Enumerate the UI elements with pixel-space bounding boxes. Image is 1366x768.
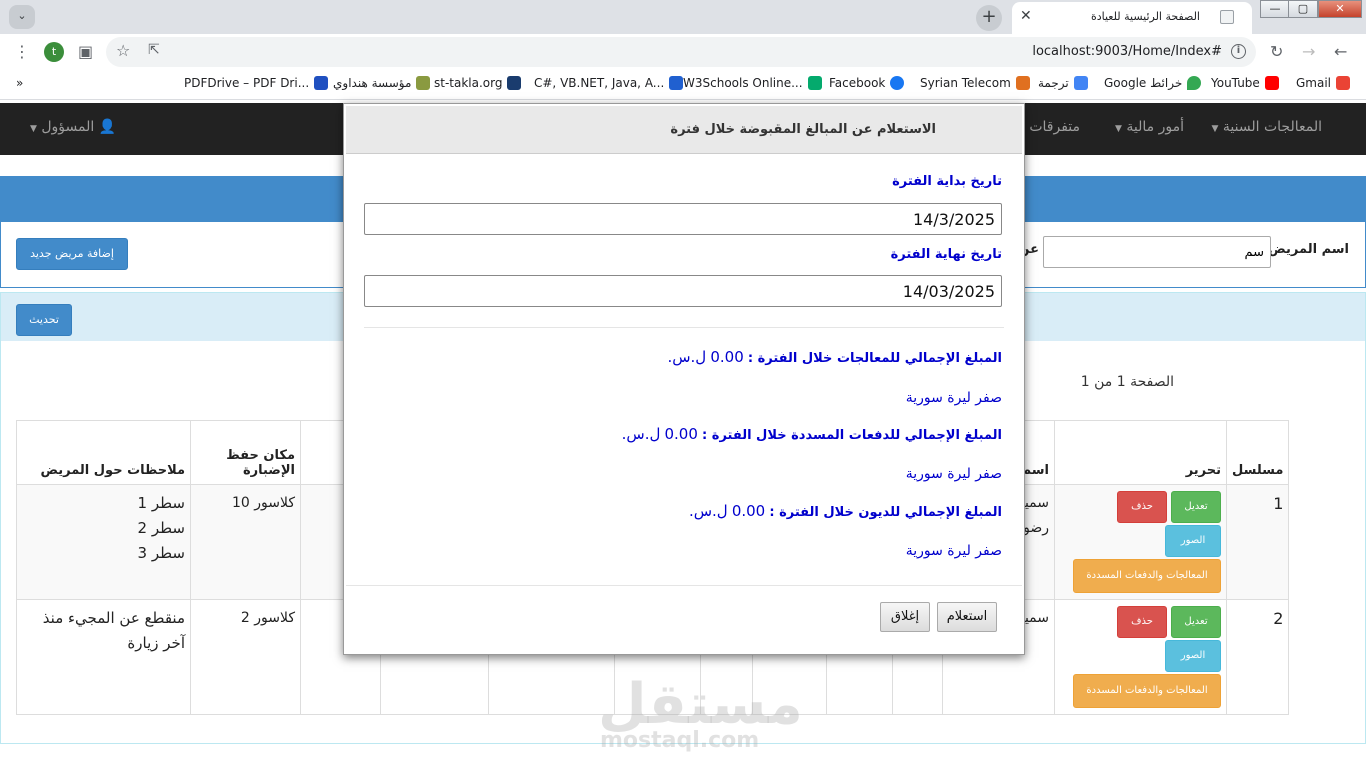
maps-icon — [1187, 76, 1202, 90]
bookmark-label: st-takla.org — [434, 76, 503, 90]
currency-unit: ل.س. — [667, 348, 707, 366]
payments-total-value: 0.00 — [664, 425, 698, 443]
modal-header: الاستعلام عن المبالغ المقبوضة خلال فترة — [346, 106, 1022, 154]
back-icon[interactable]: ← — [1334, 42, 1347, 61]
forward-icon[interactable]: → — [1302, 42, 1315, 61]
hindawi-icon — [416, 76, 431, 90]
bookmark-label: Syrian Telecom — [920, 76, 1011, 90]
address-bar[interactable]: ☆ ⇱ localhost:9003/Home/Index# i — [106, 37, 1256, 67]
debts-total-value: 0.00 — [731, 502, 766, 520]
site-info-icon[interactable]: i — [1231, 44, 1246, 59]
treatments-total-line: المبلغ الإجمالي للمعالجات خلال الفترة : … — [667, 348, 1002, 366]
facebook-icon — [890, 76, 905, 90]
end-date-input[interactable] — [364, 275, 1002, 307]
bookmark-w3schools[interactable]: W3Schools Online... — [683, 76, 822, 90]
youtube-icon — [1264, 76, 1279, 90]
debts-total-words: صفر ليرة سورية — [905, 543, 1002, 559]
start-date-label: تاريخ بداية الفترة — [892, 174, 1002, 189]
bookmark-label: ترجمة — [1038, 76, 1069, 90]
bookmark-label: PDFDrive – PDF Dri... — [184, 76, 310, 90]
page-favicon-icon — [1220, 10, 1234, 24]
bookmark-pdfdrive[interactable]: PDFDrive – PDF Dri... — [184, 76, 329, 90]
end-date-label: تاريخ نهاية الفترة — [890, 247, 1002, 262]
bookmark-hindawi[interactable]: مؤسسة هنداوي — [333, 76, 431, 90]
bookmark-youtube[interactable]: YouTube — [1211, 76, 1279, 90]
bookmark-label: Gmail — [1296, 76, 1332, 90]
tab-title: الصفحة الرئيسية للعيادة — [1090, 10, 1200, 23]
bookmark-label: مؤسسة هنداوي — [333, 76, 412, 90]
active-tab[interactable]: ✕ الصفحة الرئيسية للعيادة — [1012, 2, 1252, 34]
payments-total-label: المبلغ الإجمالي للدفعات المسددة خلال الف… — [702, 428, 1002, 443]
new-tab-button[interactable]: + — [976, 5, 1002, 31]
bookmark-syrian-telecom[interactable]: Syrian Telecom — [920, 76, 1030, 90]
reload-icon[interactable]: ↻ — [1270, 42, 1283, 61]
bookmark-label: YouTube — [1211, 76, 1260, 90]
gmail-icon — [1336, 76, 1351, 90]
bookmark-gmail[interactable]: Gmail — [1296, 76, 1351, 90]
w3schools-icon — [807, 76, 822, 90]
csharp-icon — [669, 76, 684, 90]
url-text[interactable]: localhost:9003/Home/Index# — [1032, 44, 1222, 59]
minimize-button[interactable]: — — [1260, 0, 1290, 18]
bookmark-facebook[interactable]: Facebook — [829, 76, 905, 90]
treatments-total-value: 0.00 — [710, 348, 744, 366]
bookmark-label: Facebook — [829, 76, 886, 90]
browser-toolbar: ⋮ t ▣ ☆ ⇱ localhost:9003/Home/Index# i ↻… — [0, 34, 1366, 70]
divider — [346, 585, 1022, 586]
pdfdrive-icon — [314, 76, 329, 90]
treatments-total-words: صفر ليرة سورية — [905, 390, 1002, 406]
currency-unit: ل.س. — [621, 425, 661, 443]
payments-total-line: المبلغ الإجمالي للدفعات المسددة خلال الف… — [622, 425, 1002, 443]
bookmark-label: W3Schools Online... — [683, 76, 803, 90]
bookmark-st-takla[interactable]: st-takla.org — [434, 76, 522, 90]
translate-icon — [1073, 76, 1088, 90]
menu-dots-icon[interactable]: ⋮ — [14, 42, 30, 61]
syrian-telecom-icon — [1015, 76, 1030, 90]
debts-total-line: المبلغ الإجمالي للديون خلال الفترة : 0.0… — [689, 502, 1002, 520]
currency-unit: ل.س. — [688, 502, 728, 520]
payments-total-words: صفر ليرة سورية — [905, 466, 1002, 482]
profile-avatar[interactable]: t — [44, 42, 64, 62]
bookmark-translate[interactable]: ترجمة — [1038, 76, 1088, 90]
period-query-modal: الاستعلام عن المبالغ المقبوضة خلال فترة … — [343, 103, 1025, 655]
bookmark-label: خرائط Google — [1104, 76, 1183, 90]
query-button[interactable]: استعلام — [937, 602, 997, 632]
tab-strip: ⌄ + ✕ الصفحة الرئيسية للعيادة — ▢ ✕ — [0, 0, 1366, 34]
close-button[interactable]: إغلاق — [880, 602, 930, 632]
bookmarks-overflow-button[interactable]: » — [16, 76, 23, 90]
divider — [364, 327, 1004, 328]
start-date-input[interactable] — [364, 203, 1002, 235]
share-icon[interactable]: ⇱ — [148, 42, 160, 58]
tab-close-icon[interactable]: ✕ — [1020, 8, 1032, 24]
maximize-button[interactable]: ▢ — [1288, 0, 1318, 18]
st-takla-icon — [507, 76, 522, 90]
treatments-total-label: المبلغ الإجمالي للمعالجات خلال الفترة : — [747, 351, 1002, 366]
debts-total-label: المبلغ الإجمالي للديون خلال الفترة : — [769, 505, 1002, 520]
bookmark-csharp[interactable]: C#, VB.NET, Java, A... — [534, 76, 684, 90]
bookmarks-bar: » Gmail YouTube خرائط Google ترجمة Syria… — [0, 70, 1366, 100]
modal-title: الاستعلام عن المبالغ المقبوضة خلال فترة — [670, 122, 936, 137]
sidebar-icon[interactable]: ▣ — [78, 42, 93, 61]
window-close-button[interactable]: ✕ — [1318, 0, 1362, 18]
tab-search-button[interactable]: ⌄ — [9, 5, 35, 29]
bookmark-maps[interactable]: خرائط Google — [1104, 76, 1202, 90]
bookmark-label: C#, VB.NET, Java, A... — [534, 76, 665, 90]
bookmark-star-icon[interactable]: ☆ — [116, 41, 130, 60]
